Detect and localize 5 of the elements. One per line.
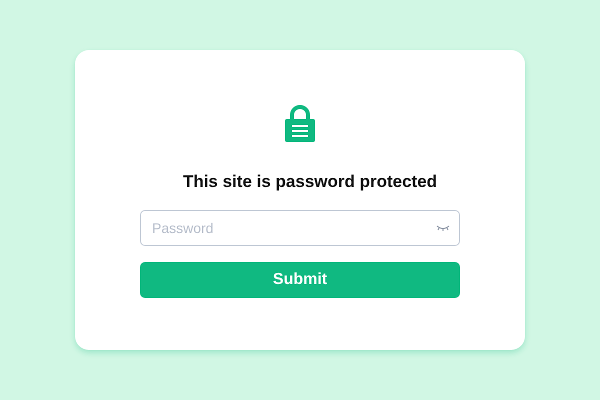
lock-icon <box>285 105 315 142</box>
password-field[interactable]: Password <box>140 210 460 246</box>
page-title: This site is password protected <box>182 172 438 192</box>
submit-button[interactable]: Submit <box>140 262 460 298</box>
eye-closed-icon <box>436 225 450 231</box>
